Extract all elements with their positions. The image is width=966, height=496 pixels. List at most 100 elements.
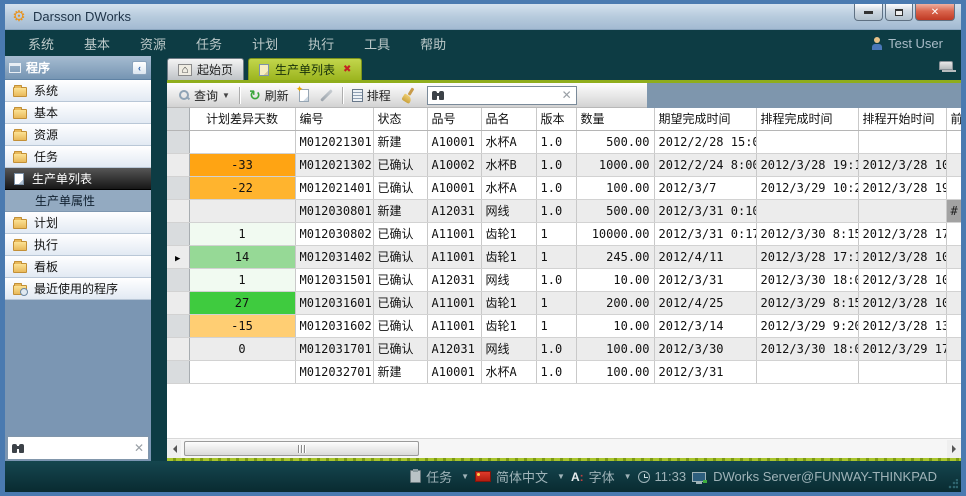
sched_end-cell[interactable]: 2012/3/29 8:15 xyxy=(756,291,858,314)
row-marker-cell[interactable]: ▶ xyxy=(167,245,189,268)
tab-start-page[interactable]: ⌂ 起始页 xyxy=(167,58,244,80)
horizontal-scrollbar[interactable] xyxy=(167,438,961,458)
column-header-0[interactable]: 计划差异天数 xyxy=(189,108,295,130)
tab-production-order-list[interactable]: 生产单列表 ✖ xyxy=(248,58,362,80)
status-cell[interactable]: 已确认 xyxy=(373,222,427,245)
expect-cell[interactable]: 2012/3/31 0:10 xyxy=(654,199,756,222)
plan-diff-cell[interactable] xyxy=(189,130,295,153)
item_name-cell[interactable]: 水杯A xyxy=(481,130,536,153)
edit-button[interactable] xyxy=(314,85,338,106)
expect-cell[interactable]: 2012/3/14 xyxy=(654,314,756,337)
table-row[interactable]: -33M012021302已确认A10002水杯B1.01000.002012/… xyxy=(167,153,961,176)
status-cell[interactable]: 新建 xyxy=(373,360,427,383)
code-cell[interactable]: M012032701 xyxy=(295,360,373,383)
table-row[interactable]: M012032701新建A10001水杯A1.0100.002012/3/31 xyxy=(167,360,961,383)
extra-cell[interactable] xyxy=(946,268,961,291)
query-button[interactable]: 查询 ▼ xyxy=(173,85,235,106)
expect-cell[interactable]: 2012/4/25 xyxy=(654,291,756,314)
sidebar-item-8[interactable]: 看板 xyxy=(5,256,151,278)
status-cell[interactable]: 新建 xyxy=(373,130,427,153)
extra-cell[interactable] xyxy=(946,130,961,153)
item_name-cell[interactable]: 网线 xyxy=(481,337,536,360)
expect-cell[interactable]: 2012/3/7 xyxy=(654,176,756,199)
row-marker-cell[interactable] xyxy=(167,153,189,176)
row-marker-cell[interactable] xyxy=(167,314,189,337)
window-list-icon[interactable] xyxy=(939,61,953,70)
item_name-cell[interactable]: 水杯A xyxy=(481,176,536,199)
sched_end-cell[interactable]: 2012/3/29 10:20 xyxy=(756,176,858,199)
code-cell[interactable]: M012031701 xyxy=(295,337,373,360)
menu-item-7[interactable]: 帮助 xyxy=(405,34,461,53)
qty-cell[interactable]: 10.00 xyxy=(576,268,654,291)
menu-item-1[interactable]: 基本 xyxy=(69,34,125,53)
sidebar-item-2[interactable]: 资源 xyxy=(5,124,151,146)
font-dropdown-icon[interactable]: ▼ xyxy=(624,472,632,481)
qty-cell[interactable]: 100.00 xyxy=(576,337,654,360)
qty-cell[interactable]: 500.00 xyxy=(576,199,654,222)
item_name-cell[interactable]: 齿轮1 xyxy=(481,314,536,337)
qty-cell[interactable]: 10000.00 xyxy=(576,222,654,245)
status-cell[interactable]: 已确认 xyxy=(373,314,427,337)
menu-item-5[interactable]: 执行 xyxy=(293,34,349,53)
item_no-cell[interactable]: A11001 xyxy=(427,245,481,268)
item_no-cell[interactable]: A10001 xyxy=(427,360,481,383)
version-cell[interactable]: 1.0 xyxy=(536,199,576,222)
expect-cell[interactable]: 2012/4/11 xyxy=(654,245,756,268)
sidebar-item-5[interactable]: 生产单属性 xyxy=(5,190,151,212)
row-marker-cell[interactable] xyxy=(167,268,189,291)
version-cell[interactable]: 1.0 xyxy=(536,337,576,360)
plan-diff-cell[interactable]: 27 xyxy=(189,291,295,314)
language-dropdown-icon[interactable]: ▼ xyxy=(557,472,565,481)
expect-cell[interactable]: 2012/2/28 15:00 xyxy=(654,130,756,153)
version-cell[interactable]: 1.0 xyxy=(536,130,576,153)
code-cell[interactable]: M012031601 xyxy=(295,291,373,314)
expect-cell[interactable]: 2012/2/24 8:00 xyxy=(654,153,756,176)
sched_end-cell[interactable]: 2012/3/28 19:10 xyxy=(756,153,858,176)
code-cell[interactable]: M012021401 xyxy=(295,176,373,199)
item_no-cell[interactable]: A12031 xyxy=(427,268,481,291)
close-button[interactable]: ✕ xyxy=(915,4,955,21)
row-marker-cell[interactable] xyxy=(167,176,189,199)
restore-button[interactable] xyxy=(885,4,913,21)
toolbar-search-input[interactable] xyxy=(444,87,562,103)
item_no-cell[interactable]: A12031 xyxy=(427,199,481,222)
qty-cell[interactable]: 100.00 xyxy=(576,176,654,199)
sched_start-cell[interactable]: 2012/3/28 13:40 xyxy=(858,314,946,337)
scroll-right-button[interactable] xyxy=(947,440,961,458)
code-cell[interactable]: M012031501 xyxy=(295,268,373,291)
sched_start-cell[interactable]: 2012/3/28 10:52 xyxy=(858,291,946,314)
column-header-7[interactable]: 期望完成时间 xyxy=(654,108,756,130)
schedule-button[interactable]: 排程 xyxy=(347,85,396,106)
expect-cell[interactable]: 2012/3/31 0:17 xyxy=(654,222,756,245)
item_name-cell[interactable]: 网线 xyxy=(481,268,536,291)
menu-item-2[interactable]: 资源 xyxy=(125,34,181,53)
minimize-button[interactable] xyxy=(854,4,883,21)
plan-diff-cell[interactable]: -33 xyxy=(189,153,295,176)
plan-diff-cell[interactable]: 1 xyxy=(189,222,295,245)
version-cell[interactable]: 1.0 xyxy=(536,360,576,383)
status-cell[interactable]: 已确认 xyxy=(373,268,427,291)
version-cell[interactable]: 1.0 xyxy=(536,153,576,176)
item_no-cell[interactable]: A11001 xyxy=(427,314,481,337)
qty-cell[interactable]: 100.00 xyxy=(576,360,654,383)
column-header-9[interactable]: 排程开始时间 xyxy=(858,108,946,130)
sidebar-item-1[interactable]: 基本 xyxy=(5,102,151,124)
extra-cell[interactable] xyxy=(946,291,961,314)
sidebar-item-9[interactable]: 最近使用的程序 xyxy=(5,278,151,300)
extra-cell[interactable] xyxy=(946,222,961,245)
row-marker-cell[interactable] xyxy=(167,291,189,314)
row-marker-cell[interactable] xyxy=(167,130,189,153)
row-marker-cell[interactable] xyxy=(167,199,189,222)
sched_start-cell[interactable]: 2012/3/28 10:52 xyxy=(858,268,946,291)
item_no-cell[interactable]: A10001 xyxy=(427,130,481,153)
task-dropdown-icon[interactable]: ▼ xyxy=(461,472,469,481)
status-cell[interactable]: 已确认 xyxy=(373,337,427,360)
task-menu[interactable]: 任务 ▼ xyxy=(410,467,469,486)
item_name-cell[interactable]: 齿轮1 xyxy=(481,245,536,268)
qty-cell[interactable]: 500.00 xyxy=(576,130,654,153)
status-cell[interactable]: 已确认 xyxy=(373,291,427,314)
column-header-5[interactable]: 版本 xyxy=(536,108,576,130)
sidebar-item-6[interactable]: 计划 xyxy=(5,212,151,234)
table-row[interactable]: -22M012021401已确认A10001水杯A1.0100.002012/3… xyxy=(167,176,961,199)
menu-item-4[interactable]: 计划 xyxy=(237,34,293,53)
